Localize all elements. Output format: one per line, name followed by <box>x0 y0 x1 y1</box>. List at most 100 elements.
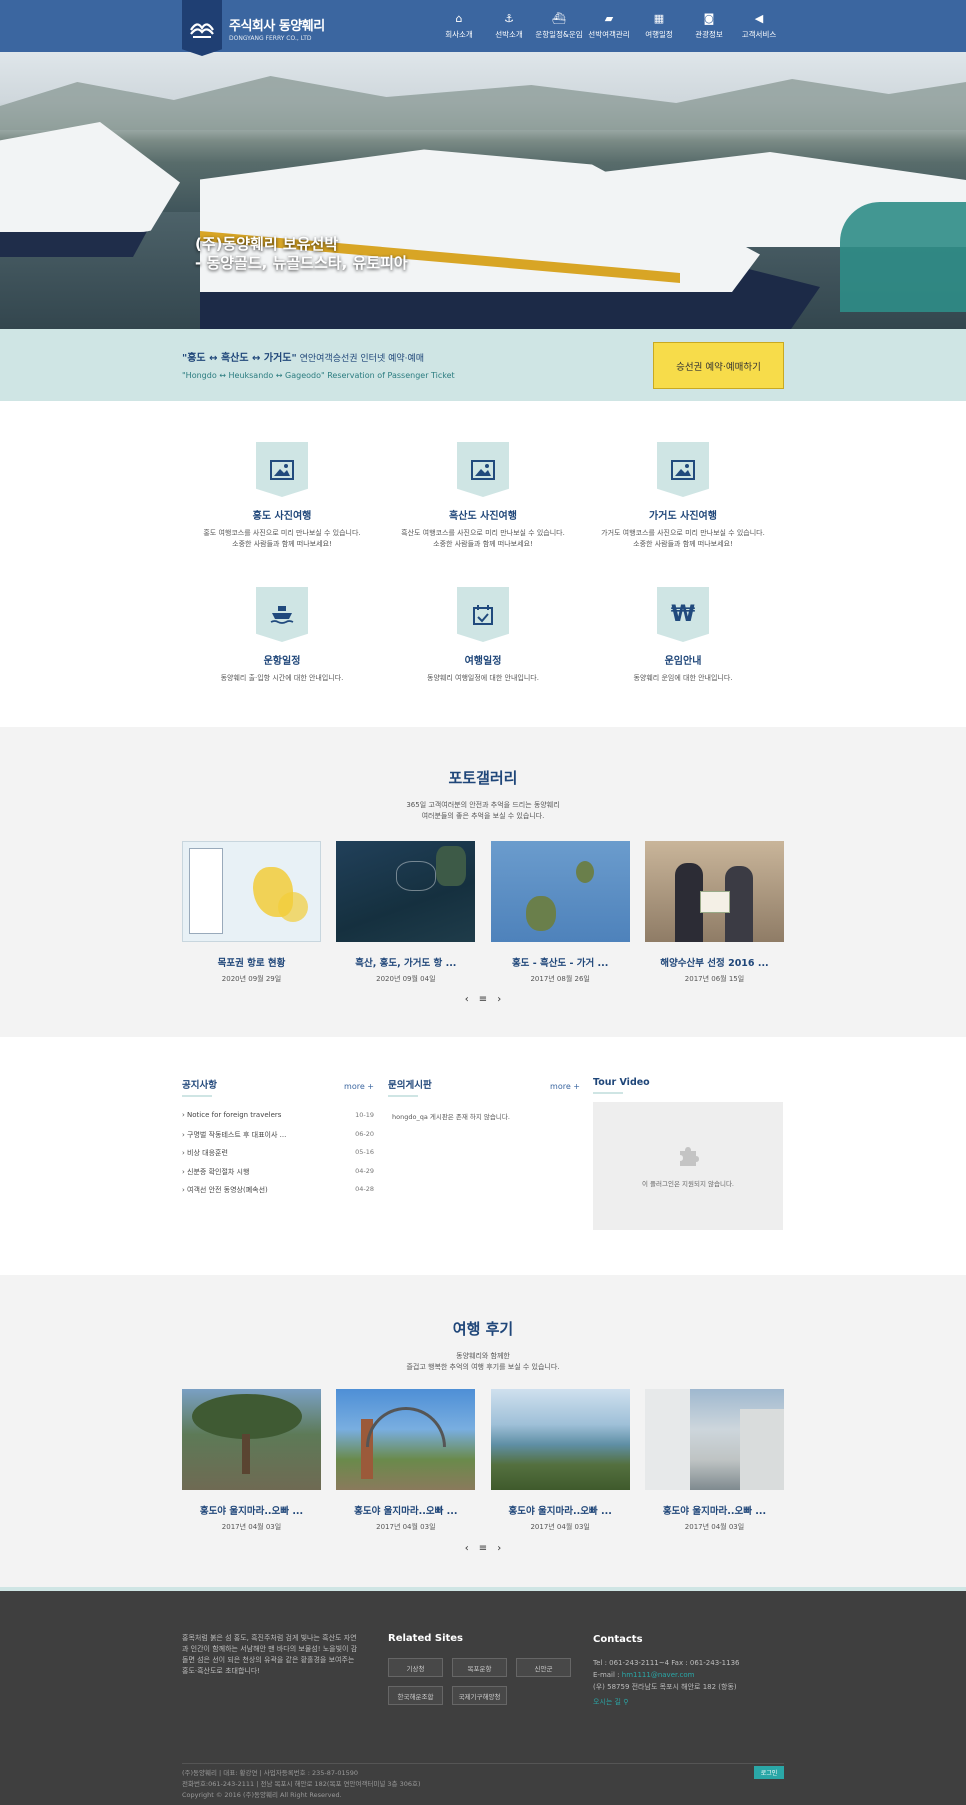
chevron-left-icon[interactable]: ‹ <box>465 1543 469 1554</box>
contacts-title: Contacts <box>593 1634 643 1645</box>
boards-section: 공지사항 more + › Notice for foreign travele… <box>0 1037 966 1275</box>
qna-title: 문의게시판 <box>388 1077 432 1091</box>
terminal-dock <box>840 202 966 312</box>
review-thumb-pine[interactable] <box>182 1389 321 1490</box>
qna-more-link[interactable]: more + <box>550 1082 580 1091</box>
ferry-left <box>0 122 180 232</box>
gallery-card[interactable]: 홍도 - 흑산도 - 가거 ... 2017년 08월 26일 <box>490 841 630 984</box>
gallery-card[interactable]: 흑산, 홍도, 가거도 항 ... 2020년 09월 04일 <box>336 841 476 984</box>
reviews-subtitle: 동양훼리와 함께한 즐겁고 행복한 추억의 여행 후기를 보실 수 있습니다. <box>406 1352 560 1371</box>
related-site-mokpo[interactable]: 목포운항 <box>452 1658 507 1677</box>
calendar-check-icon[interactable] <box>457 587 509 642</box>
megaphone-icon: ◀ <box>754 11 764 25</box>
ship-icon[interactable] <box>256 587 308 642</box>
nav-item-travel-schedule[interactable]: ▦ 여행일정 <box>634 0 684 52</box>
list-icon[interactable]: ≡ <box>479 1543 487 1554</box>
home-icon: ⌂ <box>455 11 463 25</box>
login-button[interactable]: 로그인 <box>754 1766 784 1779</box>
qna-empty-message: hongdo_qa 게시판은 존재 하지 않습니다. <box>392 1113 510 1121</box>
footer-divider <box>182 1763 784 1764</box>
plugin-unsupported-message: 이 플러그인은 지원되지 않습니다. <box>642 1179 734 1188</box>
camera-icon: ◙ <box>703 11 715 25</box>
reservation-button[interactable]: 승선권 예약·예매하기 <box>653 342 784 389</box>
site-logo[interactable]: 주식회사 동양훼리 DONGYANG FERRY CO., LTD <box>182 0 332 56</box>
site-header: 주식회사 동양훼리 DONGYANG FERRY CO., LTD ⌂ 회사소개 … <box>0 0 966 56</box>
anchor-icon: ⚓ <box>504 11 514 25</box>
related-sites-title: Related Sites <box>388 1633 464 1644</box>
calendar-icon: ▦ <box>653 11 665 25</box>
feature-hongdo-photo[interactable]: 홍도 사진여행 홍도 여행코스를 사진으로 미리 만나보실 수 있습니다. 소중한… <box>182 442 382 550</box>
puzzle-plugin-icon <box>677 1145 699 1172</box>
nav-item-tour-info[interactable]: ◙ 관광정보 <box>684 0 734 52</box>
gallery-thumb-award[interactable] <box>644 841 784 942</box>
review-card[interactable]: 홍도야 울지마라..오빠 ... 2017년 04월 03일 <box>490 1389 630 1532</box>
logo-title: 주식회사 동양훼리 <box>229 18 325 34</box>
contact-address: (우) 58759 전라남도 목포시 해안로 182 (항동) <box>593 1683 737 1691</box>
gallery-thumb-route-map[interactable] <box>182 841 321 942</box>
gallery-card[interactable]: 목포권 항로 현황 2020년 09월 29일 <box>182 841 321 984</box>
chevron-left-icon[interactable]: ‹ <box>465 994 469 1005</box>
image-icon[interactable] <box>457 442 509 497</box>
copyright: Copyright © 2016 (주)동양훼리 All Right Reser… <box>182 1791 342 1799</box>
photo-gallery-section: 포토갤러리 365일 고객여러분의 안전과 추억을 드리는 동양훼리 여러분들의 … <box>0 727 966 1037</box>
related-site-kma[interactable]: 기상청 <box>388 1658 443 1677</box>
review-thumb-gate[interactable] <box>336 1389 476 1490</box>
gallery-cards: 목포권 항로 현황 2020년 09월 29일 흑산, 홍도, 가거도 항 ..… <box>182 841 784 984</box>
list-icon[interactable]: ≡ <box>479 994 487 1005</box>
notice-item[interactable]: › 신분증 확인절차 시행 04-29 <box>182 1167 374 1186</box>
video-player[interactable]: 이 플러그인은 지원되지 않습니다. <box>593 1102 783 1230</box>
contact-email-link[interactable]: hm1111@naver.com <box>622 1671 695 1679</box>
hero-mountains <box>0 76 966 130</box>
site-footer: 홍목처럼 붉은 섬 홍도, 흑진주처럼 검게 빛나는 흑산도 자연과 인간이 함… <box>0 1587 966 1805</box>
contact-tel-fax: Tel : 061-243-2111~4 Fax : 061-243-1136 <box>593 1659 740 1667</box>
won-icon[interactable]: ₩ <box>657 587 709 642</box>
notice-item[interactable]: › 여객선 안전 동영상(폐속선) 04-28 <box>182 1185 374 1204</box>
image-icon[interactable] <box>256 442 308 497</box>
notice-list: › Notice for foreign travelers 10-19 › 구명… <box>182 1111 374 1204</box>
chevron-right-icon[interactable]: › <box>497 994 501 1005</box>
reservation-bar: "홍도 ↔ 흑산도 ↔ 가거도" 연안여객승선권 인터넷 예약·예매 "Hong… <box>0 329 966 401</box>
feature-grid: 홍도 사진여행 홍도 여행코스를 사진으로 미리 만나보실 수 있습니다. 소중한… <box>0 401 966 727</box>
review-card[interactable]: 홍도야 울지마라..오빠 ... 2017년 04월 03일 <box>336 1389 476 1532</box>
feature-heuksando-photo[interactable]: 흑산도 사진여행 흑산도 여행코스를 사진으로 미리 만나보실 수 있습니다. 소… <box>383 442 583 550</box>
notice-item[interactable]: › Notice for foreign travelers 10-19 <box>182 1111 374 1130</box>
image-icon[interactable] <box>657 442 709 497</box>
review-thumb-alley[interactable] <box>644 1389 784 1490</box>
review-cards: 홍도야 울지마라..오빠 ... 2017년 04월 03일 홍도야 울지마라.… <box>182 1389 784 1532</box>
related-site-sinan[interactable]: 신안군 <box>516 1658 571 1677</box>
notice-item[interactable]: › 구명벌 작동테스트 후 대표이사 ... 06-20 <box>182 1130 374 1149</box>
nav-item-ships[interactable]: ⚓ 선박소개 <box>484 0 534 52</box>
nav-item-passenger-management[interactable]: ▰ 선박여객관리 <box>584 0 634 52</box>
review-card[interactable]: 홍도야 울지마라..오빠 ... 2017년 04월 03일 <box>644 1389 784 1532</box>
nav-item-customer-service[interactable]: ◀ 고객서비스 <box>734 0 784 52</box>
gallery-thumb-islands[interactable] <box>490 841 630 942</box>
reviews-pager: ‹ ≡ › <box>0 1543 966 1554</box>
feature-gageodo-photo[interactable]: 가거도 사진여행 가거도 여행코스를 사진으로 미리 만나보실 수 있습니다. 소… <box>583 442 783 550</box>
nav-item-company[interactable]: ⌂ 회사소개 <box>434 0 484 52</box>
tour-video-board: Tour Video 이 플러그인은 지원되지 않습니다. <box>593 1077 784 1230</box>
gallery-subtitle: 365일 고객여러분의 안전과 추억을 드리는 동양훼리 여러분들의 좋은 추억을… <box>406 801 560 820</box>
review-card[interactable]: 홍도야 울지마라..오빠 ... 2017년 04월 03일 <box>182 1389 321 1532</box>
logo-wave-icon <box>182 0 222 56</box>
gallery-thumb-satellite[interactable] <box>336 841 476 942</box>
ship-icon: ⛴ <box>552 11 566 25</box>
directions-link[interactable]: 오시는 길 ⚲ <box>593 1696 740 1708</box>
chevron-right-icon[interactable]: › <box>497 1543 501 1554</box>
related-site-ocean-agency[interactable]: 국제기구해양청 <box>452 1686 507 1705</box>
feature-travel-schedule[interactable]: 여행일정 동양훼리 여행일정에 대한 안내입니다. <box>383 587 583 684</box>
folder-icon: ▰ <box>604 11 614 25</box>
nav-item-schedule-fare[interactable]: ⛴ 운항일정&운임 <box>534 0 584 52</box>
footer-about: 홍목처럼 붉은 섬 홍도, 흑진주처럼 검게 빛나는 흑산도 자연과 인간이 함… <box>182 1634 358 1675</box>
reservation-subtitle: "Hongdo ↔ Heuksando ↔ Gageodo" Reservati… <box>182 371 455 380</box>
related-site-shipping-assoc[interactable]: 한국해운조합 <box>388 1686 443 1705</box>
travel-reviews-section: 여행 후기 동양훼리와 함께한 즐겁고 행복한 추억의 여행 후기를 보실 수 있… <box>0 1275 966 1587</box>
feature-fare-info[interactable]: ₩ 운임안내 동양훼리 운임에 대한 안내입니다. <box>583 587 783 684</box>
feature-sailing-schedule[interactable]: 운항일정 동양훼리 출·입항 시간에 대한 안내입니다. <box>182 587 382 684</box>
review-thumb-coast[interactable] <box>490 1389 630 1490</box>
notice-item[interactable]: › 비상 대응훈련 05-16 <box>182 1148 374 1167</box>
hero-banner: (주)동양훼리 보유선박 - 동양골드, 뉴골드스타, 유토피아 <box>0 52 966 329</box>
notice-board: 공지사항 more + › Notice for foreign travele… <box>182 1077 374 1204</box>
gallery-card[interactable]: 해양수산부 선정 2016 ... 2017년 06월 15일 <box>644 841 784 984</box>
main-nav: ⌂ 회사소개 ⚓ 선박소개 ⛴ 운항일정&운임 ▰ 선박여객관리 ▦ 여행일정 ◙ 관광정보… <box>434 0 784 52</box>
notice-more-link[interactable]: more + <box>344 1082 374 1091</box>
